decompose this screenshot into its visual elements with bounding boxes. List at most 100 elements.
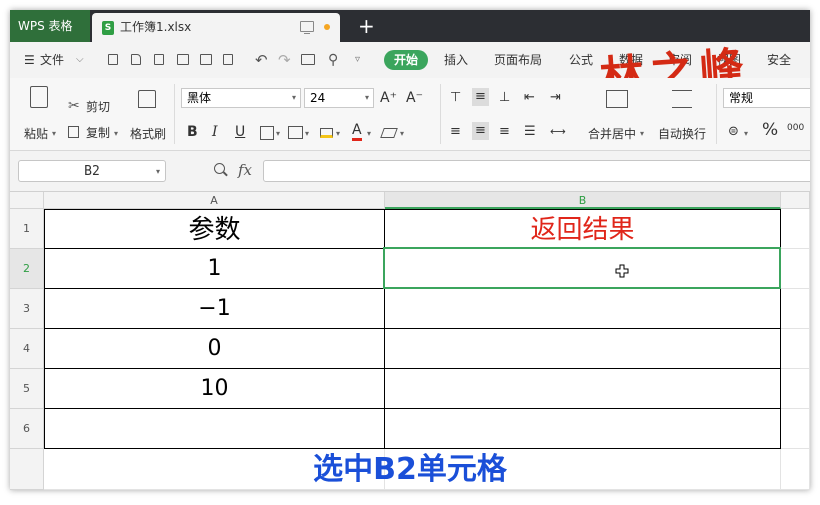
cell-c5[interactable] — [781, 369, 810, 409]
cell-c2[interactable] — [781, 249, 810, 289]
formula-input[interactable] — [263, 160, 810, 182]
column-header-c[interactable] — [781, 192, 810, 209]
font-color-icon[interactable]: A — [352, 122, 362, 141]
cell-a2[interactable]: 1 — [44, 249, 385, 289]
align-left-icon[interactable]: ≡ — [450, 124, 461, 140]
thousands-separator-icon[interactable]: 000 — [787, 124, 804, 133]
undo-icon[interactable]: ↶ — [255, 42, 268, 78]
increase-font-icon[interactable]: A⁺ — [380, 90, 397, 106]
format-painter-button[interactable]: 格式刷 — [130, 126, 166, 142]
clear-format-icon[interactable] — [380, 128, 398, 138]
export-pdf-icon[interactable] — [301, 54, 315, 65]
borders-dropdown-icon[interactable]: ▾ — [276, 129, 280, 138]
percent-icon[interactable]: % — [762, 122, 778, 139]
file-menu[interactable]: 文件 — [40, 42, 64, 78]
cell-c3[interactable] — [781, 289, 810, 329]
row-header[interactable]: 4 — [10, 329, 44, 369]
tab-page-layout[interactable]: 页面布局 — [494, 42, 542, 78]
cell-a5[interactable]: 10 — [44, 369, 385, 409]
preview-icon[interactable] — [223, 54, 233, 65]
font-size-dropdown-icon[interactable]: ▾ — [365, 93, 369, 102]
print-preview-icon[interactable] — [200, 54, 212, 65]
function-fx-icon[interactable]: fx — [238, 159, 252, 181]
document-tab[interactable]: S 工作簿1.xlsx — [92, 13, 340, 42]
column-header-a[interactable]: A — [44, 192, 385, 209]
new-document-icon[interactable] — [108, 54, 118, 65]
cell-a1[interactable]: 参数 — [44, 209, 385, 249]
tab-insert[interactable]: 插入 — [444, 42, 468, 78]
cell-b1[interactable]: 返回结果 — [385, 209, 781, 249]
row-header[interactable]: 1 — [10, 209, 44, 249]
wps-app-tab[interactable]: WPS 表格 — [10, 10, 90, 42]
find-icon[interactable]: ⚲ — [328, 42, 338, 78]
paste-dropdown-icon[interactable]: ▾ — [52, 129, 56, 138]
decrease-indent-icon[interactable]: ⇤ — [524, 90, 535, 106]
zoom-icon[interactable] — [214, 163, 225, 174]
align-center-icon[interactable]: ≡ — [472, 122, 489, 140]
open-folder-icon[interactable] — [131, 54, 141, 65]
merge-center-button[interactable]: 合并居中 — [588, 126, 636, 142]
tab-home[interactable]: 开始 — [384, 50, 428, 70]
tab-formulas[interactable]: 公式 — [569, 42, 593, 78]
row-header[interactable]: 6 — [10, 409, 44, 449]
row-header[interactable]: 3 — [10, 289, 44, 329]
cell-style-dropdown-icon[interactable]: ▾ — [305, 129, 309, 138]
justify-icon[interactable]: ☰ — [524, 124, 536, 140]
cell-a4[interactable]: 0 — [44, 329, 385, 369]
cell-c6[interactable] — [781, 409, 810, 449]
tab-security[interactable]: 安全 — [767, 42, 791, 78]
cell-b6[interactable] — [385, 409, 781, 449]
more-dropdown-icon[interactable]: ▿ — [355, 42, 360, 78]
select-all-corner[interactable] — [10, 192, 44, 209]
monitor-icon[interactable] — [300, 21, 314, 34]
cell-a3[interactable]: −1 — [44, 289, 385, 329]
borders-icon[interactable] — [260, 126, 274, 140]
align-bottom-icon[interactable]: ⊥ — [499, 90, 510, 106]
paste-icon[interactable] — [30, 86, 48, 108]
paste-button[interactable]: 粘贴 — [24, 126, 48, 142]
cell-c1[interactable] — [781, 209, 810, 249]
hamburger-menu-icon[interactable]: ☰ — [24, 42, 35, 78]
name-box[interactable]: B2 — [18, 160, 166, 182]
cut-button[interactable]: 剪切 — [86, 99, 110, 115]
distributed-align-icon[interactable]: ⟷ — [550, 124, 566, 140]
cell-c4[interactable] — [781, 329, 810, 369]
align-right-icon[interactable]: ≡ — [499, 124, 510, 140]
chevron-down-icon[interactable]: ⌵ — [76, 42, 84, 78]
format-painter-icon[interactable] — [138, 90, 156, 108]
font-color-dropdown-icon[interactable]: ▾ — [367, 129, 371, 138]
copy-icon[interactable] — [68, 126, 79, 138]
cell-b4[interactable] — [385, 329, 781, 369]
align-top-icon[interactable]: ⊤ — [450, 90, 461, 106]
print-icon[interactable] — [177, 54, 189, 65]
font-name-select[interactable]: 黑体 — [181, 88, 301, 108]
font-name-dropdown-icon[interactable]: ▾ — [292, 93, 296, 102]
cell-b5[interactable] — [385, 369, 781, 409]
wrap-text-button[interactable]: 自动换行 — [658, 126, 706, 142]
fill-color-icon[interactable] — [320, 128, 333, 138]
wrap-text-icon[interactable] — [672, 90, 692, 108]
scissors-icon[interactable]: ✂ — [68, 98, 80, 114]
cell-b3[interactable] — [385, 289, 781, 329]
bold-icon[interactable]: B — [187, 124, 198, 140]
redo-icon[interactable]: ↷ — [278, 42, 291, 78]
italic-icon[interactable]: I — [212, 124, 218, 140]
align-middle-icon[interactable]: ≡ — [472, 88, 489, 106]
clear-format-dropdown-icon[interactable]: ▾ — [400, 129, 404, 138]
column-header-b[interactable]: B — [385, 192, 781, 209]
increase-indent-icon[interactable]: ⇥ — [550, 90, 561, 106]
currency-dropdown-icon[interactable]: ▾ — [744, 129, 748, 138]
fill-color-dropdown-icon[interactable]: ▾ — [336, 129, 340, 138]
cell-a6[interactable] — [44, 409, 385, 449]
new-tab-plus-icon[interactable]: + — [358, 12, 375, 40]
row-header-selected[interactable]: 2 — [10, 249, 44, 289]
merge-center-icon[interactable] — [606, 90, 628, 108]
row-header[interactable]: 5 — [10, 369, 44, 409]
copy-button[interactable]: 复制 — [86, 125, 110, 141]
copy-dropdown-icon[interactable]: ▾ — [114, 129, 118, 138]
currency-icon[interactable]: ⊜ — [728, 124, 739, 140]
name-box-dropdown-icon[interactable]: ▾ — [156, 167, 160, 176]
cell-style-icon[interactable] — [288, 126, 303, 139]
save-icon[interactable] — [154, 54, 164, 65]
decrease-font-icon[interactable]: A⁻ — [406, 90, 423, 106]
